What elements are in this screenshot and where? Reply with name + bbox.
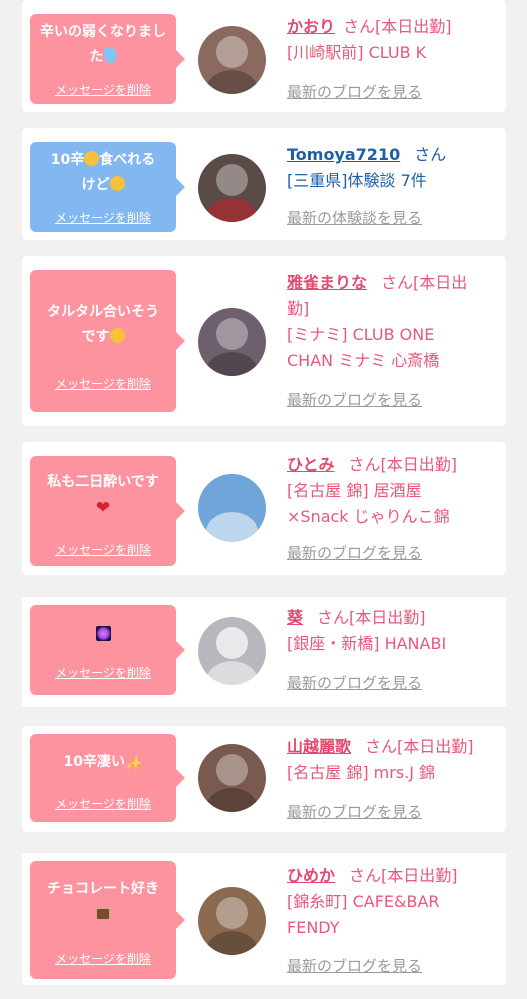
cast-name-link[interactable]: ひとみ — [287, 455, 335, 474]
status-text: さん[本日出勤] — [365, 737, 474, 756]
shop-detail: ×Snack じゃりんこ錦 — [287, 507, 450, 526]
message-text: 食べれる — [99, 152, 156, 168]
fireworks-icon — [95, 626, 111, 641]
shop-detail: CHAN ミナミ 心斎橋 — [287, 351, 440, 370]
shop-detail: [名古屋 錦] 居酒屋 — [287, 481, 422, 500]
delete-message-link[interactable]: メッセージを削除 — [30, 82, 176, 98]
delete-message-link[interactable]: メッセージを削除 — [30, 542, 176, 558]
message-bubble: タルタル合いそう です メッセージを削除 — [30, 270, 185, 412]
shop-detail: FENDY — [287, 918, 340, 937]
chocolate-bar-icon — [96, 908, 110, 920]
message-card: 私も二日酔いです ❤ メッセージを削除 ひとみ さん[本日出勤] [名古屋 錦] … — [22, 442, 506, 575]
status-text: さん — [414, 145, 447, 164]
message-card: 10辛 食べれる けど メッセージを削除 Tomoya7210 さん [三重県]体験… — [22, 128, 506, 240]
blog-link[interactable]: 最新のブログを見る — [287, 673, 422, 693]
avatar[interactable] — [198, 308, 266, 376]
avatar[interactable] — [198, 26, 266, 94]
message-text: です — [81, 329, 110, 345]
cast-name-link[interactable]: ひめか — [287, 866, 335, 885]
message-card: 10辛凄い✨ メッセージを削除 山越麗歌 さん[本日出勤] [名古屋 錦] mrs… — [22, 726, 506, 832]
shop-detail: [錦糸町] CAFE&BAR — [287, 892, 440, 911]
message-text: 私も二日酔いです — [47, 474, 159, 490]
grinning-sweat-icon — [84, 151, 100, 166]
message-text: けど — [81, 177, 110, 193]
smile-icon — [109, 176, 125, 191]
delete-message-link[interactable]: メッセージを削除 — [30, 210, 176, 226]
cast-name-link[interactable]: 葵 — [287, 608, 303, 627]
delete-message-link[interactable]: メッセージを削除 — [30, 376, 176, 392]
message-text: 辛いの弱くなりました — [40, 24, 166, 65]
sparkles-icon: ✨ — [125, 756, 143, 772]
status-text-cont: 勤] — [287, 299, 310, 318]
message-card: チョコレート好き メッセージを削除 ひめか さん[本日出勤] [錦糸町] CAFE… — [22, 853, 506, 985]
blog-link[interactable]: 最新のブログを見る — [287, 390, 422, 410]
status-text: さん[本日出勤] — [317, 608, 426, 627]
avatar[interactable] — [198, 744, 266, 812]
shop-detail: [名古屋 錦] mrs.J 錦 — [287, 763, 436, 782]
status-text: さん[本日出勤] — [349, 866, 458, 885]
delete-message-link[interactable]: メッセージを削除 — [30, 796, 176, 812]
review-link[interactable]: 最新の体験談を見る — [287, 208, 422, 228]
message-bubble: 10辛 食べれる けど メッセージを削除 — [30, 142, 185, 232]
message-text: 10辛 — [50, 152, 85, 168]
delete-message-link[interactable]: メッセージを削除 — [30, 665, 176, 681]
sweat-droplets-icon — [103, 48, 117, 63]
blog-link[interactable]: 最新のブログを見る — [287, 82, 422, 102]
user-detail: [三重県]体験談 7件 — [287, 171, 427, 190]
message-bubble: メッセージを削除 — [30, 605, 185, 695]
smile-icon — [109, 328, 125, 343]
user-name-link[interactable]: Tomoya7210 — [287, 145, 400, 164]
message-bubble: 私も二日酔いです ❤ メッセージを削除 — [30, 456, 185, 566]
status-text: さん[本日出勤] — [348, 455, 458, 474]
avatar[interactable] — [198, 887, 266, 955]
cast-name-link[interactable]: 山越麗歌 — [287, 737, 351, 756]
avatar[interactable] — [198, 617, 266, 685]
shop-detail: [銀座・新橋] HANABI — [287, 634, 447, 653]
status-text: さん[本日出 — [381, 273, 468, 292]
message-text: チョコレート好き — [47, 881, 159, 897]
message-bubble: チョコレート好き メッセージを削除 — [30, 861, 185, 979]
heart-icon: ❤ — [95, 498, 111, 518]
avatar[interactable] — [198, 154, 266, 222]
blog-link[interactable]: 最新のブログを見る — [287, 956, 422, 976]
blog-link[interactable]: 最新のブログを見る — [287, 543, 422, 563]
shop-detail: [ミナミ] CLUB ONE — [287, 325, 435, 344]
message-bubble: 辛いの弱くなりました メッセージを削除 — [30, 14, 185, 104]
status-text: さん[本日出勤] — [343, 17, 452, 36]
delete-message-link[interactable]: メッセージを削除 — [30, 951, 176, 967]
avatar[interactable] — [198, 474, 266, 542]
message-card: メッセージを削除 葵さん[本日出勤] [銀座・新橋] HANABI 最新のブログ… — [22, 597, 506, 707]
blog-link[interactable]: 最新のブログを見る — [287, 802, 422, 822]
message-card: タルタル合いそう です メッセージを削除 雅雀まりな さん[本日出 勤] [ミナミ… — [22, 256, 506, 426]
cast-name-link[interactable]: かおり — [287, 17, 335, 36]
message-card: 辛いの弱くなりました メッセージを削除 かおり さん[本日出勤] [川崎駅前] C… — [22, 0, 506, 112]
message-text: タルタル合いそう — [47, 304, 159, 320]
message-bubble: 10辛凄い✨ メッセージを削除 — [30, 734, 185, 822]
shop-detail: [川崎駅前] CLUB K — [287, 43, 427, 62]
message-text: 10辛凄い — [63, 754, 126, 770]
cast-name-link[interactable]: 雅雀まりな — [287, 273, 367, 292]
